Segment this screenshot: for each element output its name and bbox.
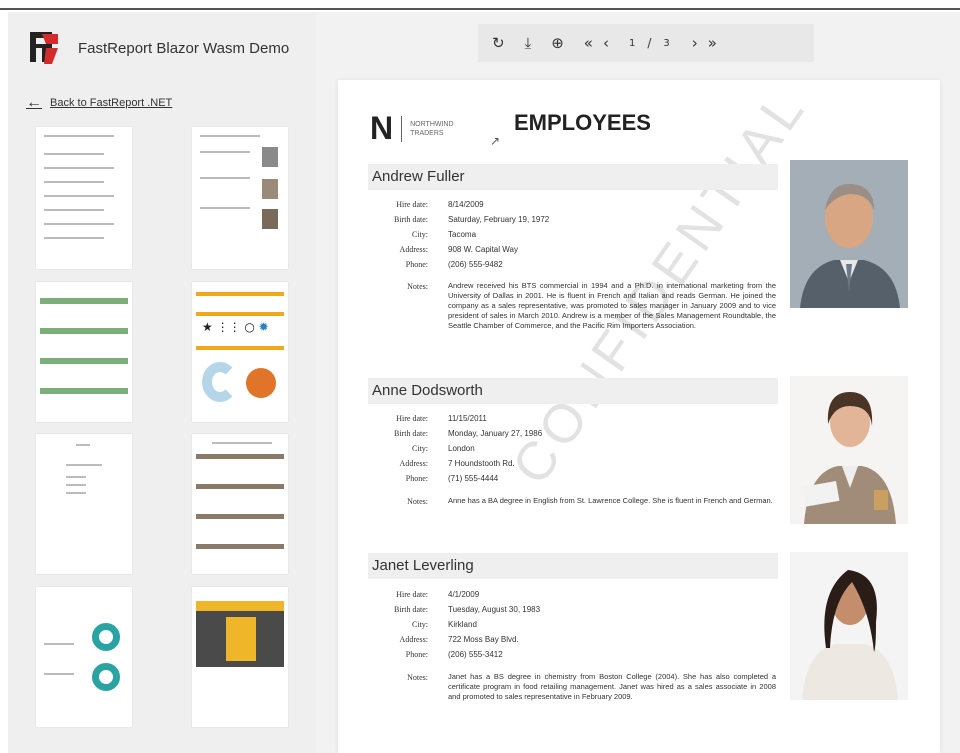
employee-photo [790, 376, 908, 524]
notes-text: Andrew received his BTS commercial in 19… [448, 281, 776, 330]
employee-photo [790, 160, 908, 308]
city-value: Tacoma [448, 230, 477, 239]
phone-label: Phone: [405, 650, 428, 659]
report-thumbnail-7[interactable] [36, 587, 132, 727]
page-current[interactable]: 1 [629, 38, 635, 49]
notes-label: Notes: [407, 282, 428, 291]
employee-photo [790, 552, 908, 700]
hire-label: Hire date: [396, 414, 428, 423]
birth-label: Birth date: [394, 605, 428, 614]
city-value: London [448, 444, 475, 453]
next-page-button[interactable]: › [692, 34, 698, 52]
hire-value: 8/14/2009 [448, 200, 484, 209]
birth-value: Saturday, February 19, 1972 [448, 215, 550, 224]
city-label: City: [411, 620, 428, 629]
logo-letter: N [370, 110, 394, 146]
mouse-cursor-icon: ↗ [490, 134, 501, 148]
hire-label: Hire date: [396, 590, 428, 599]
prev-page-button[interactable]: ‹ [603, 34, 609, 52]
arrow-left-icon: ← [26, 94, 42, 111]
hire-value: 11/15/2011 [448, 414, 487, 423]
city-label: City: [411, 444, 428, 453]
report-thumbnail-8[interactable] [192, 587, 288, 727]
hire-value: 4/1/2009 [448, 590, 480, 599]
refresh-icon[interactable]: ↻ [492, 34, 505, 52]
report-thumbnail-4[interactable]: ★ ⋮⋮ ○ ✹ [192, 282, 288, 422]
report-thumbnail-5[interactable] [36, 434, 132, 574]
phone-label: Phone: [405, 474, 428, 483]
report-thumbnail-6[interactable] [192, 434, 288, 574]
address-label: Address: [399, 459, 428, 468]
report-thumbnail-1[interactable] [36, 127, 132, 269]
employee-name: Janet Leverling [368, 553, 778, 579]
zoom-in-icon[interactable]: ⊕ [551, 34, 564, 52]
northwind-logo: N NORTHWIND TRADERS [370, 110, 454, 147]
page-separator: / [647, 36, 652, 50]
brand: FastReport Blazor Wasm Demo [28, 30, 289, 66]
birth-value: Tuesday, August 30, 1983 [448, 605, 541, 614]
employee-name: Andrew Fuller [368, 164, 778, 190]
last-page-button[interactable]: » [708, 34, 717, 52]
birth-value: Monday, January 27, 1986 [448, 429, 543, 438]
back-link-label: Back to FastReport .NET [50, 97, 173, 109]
window-top-border [0, 0, 960, 10]
employee-name: Anne Dodsworth [368, 378, 778, 404]
hire-label: Hire date: [396, 200, 428, 209]
viewer-toolbar: ↻ ⤓ ⊕ « ‹ 1 / 3 › » [478, 24, 814, 62]
phone-label: Phone: [405, 260, 428, 269]
phone-value: (206) 555-3412 [448, 650, 503, 659]
address-value: 7 Houndstooth Rd. [448, 459, 515, 468]
download-icon[interactable]: ⤓ [525, 34, 532, 52]
notes-text: Janet has a BS degree in chemistry from … [448, 672, 776, 701]
app-title: FastReport Blazor Wasm Demo [78, 39, 290, 57]
address-value: 722 Moss Bay Blvd. [448, 635, 519, 644]
first-page-button[interactable]: « [584, 34, 593, 52]
sidebar: FastReport Blazor Wasm Demo ← Back to Fa… [8, 12, 316, 753]
city-label: City: [411, 230, 428, 239]
birth-label: Birth date: [394, 215, 428, 224]
phone-value: (71) 555-4444 [448, 474, 499, 483]
address-label: Address: [399, 635, 428, 644]
city-value: Kirkland [448, 620, 477, 629]
notes-text: Anne has a BA degree in English from St.… [448, 496, 773, 505]
report-thumbnail-3[interactable] [36, 282, 132, 422]
logo-line-1: NORTHWIND [410, 120, 454, 128]
address-value: 908 W. Capital Way [448, 245, 518, 254]
report-title: EMPLOYEES [514, 110, 651, 135]
fastreport-logo-icon [28, 30, 64, 66]
notes-label: Notes: [407, 673, 428, 682]
report-thumbnail-2[interactable] [192, 127, 288, 269]
address-label: Address: [399, 245, 428, 254]
phone-value: (206) 555-9482 [448, 260, 503, 269]
back-link[interactable]: ← Back to FastReport .NET [26, 94, 172, 112]
birth-label: Birth date: [394, 429, 428, 438]
logo-line-2: TRADERS [410, 129, 444, 137]
notes-label: Notes: [407, 497, 428, 506]
page-total: 3 [663, 37, 670, 49]
